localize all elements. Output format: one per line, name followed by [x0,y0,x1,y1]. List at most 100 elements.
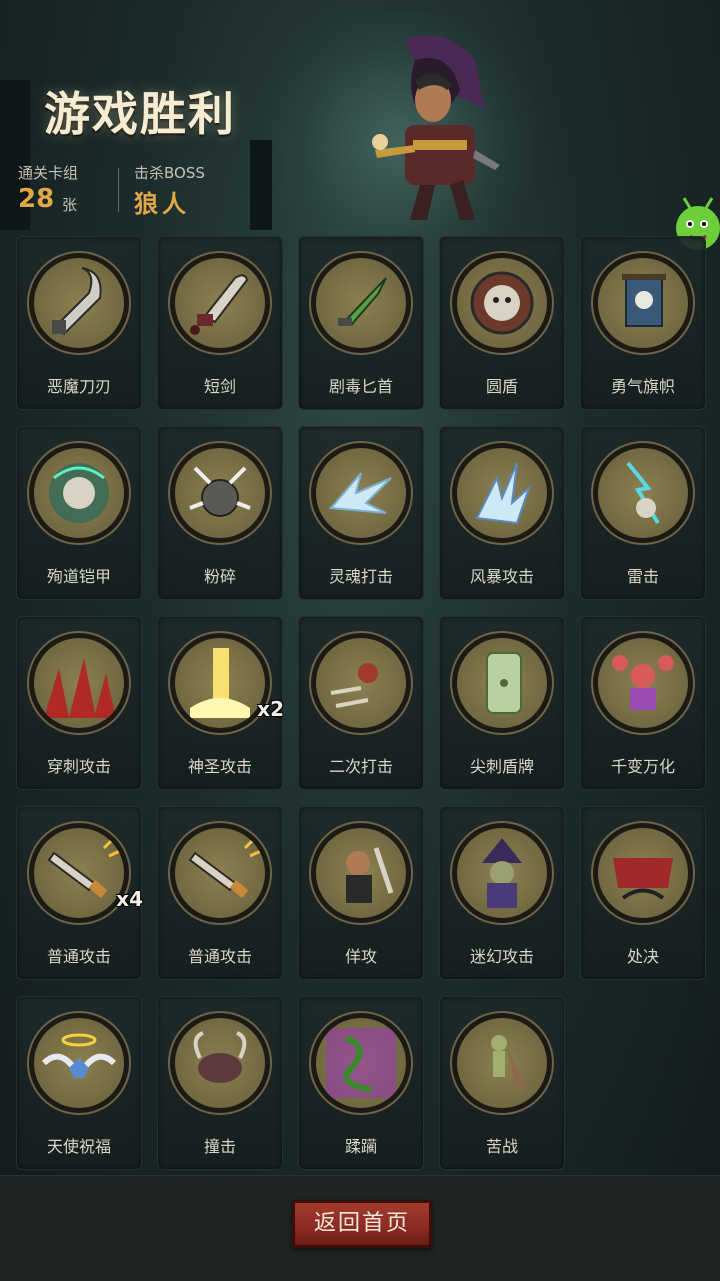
card-label: 迷幻攻击 [469,947,534,966]
card-count-badge: x2 [257,697,284,721]
card-medallion [450,251,554,355]
card-medallion [27,251,131,355]
short-sword-icon [175,258,265,348]
hard-fight-icon [457,1018,547,1108]
card-item[interactable]: 恶魔刀刃 [16,236,142,410]
card-item[interactable]: 殉道铠甲 [16,426,142,600]
card-item[interactable]: 粉碎 [157,426,283,600]
card-medallion [591,631,695,735]
card-medallion [27,631,131,735]
card-label: 剧毒匕首 [328,377,393,396]
deck-unit: 张 [62,196,78,214]
card-medallion [450,631,554,735]
card-item[interactable]: 千变万化 [580,616,706,790]
card-label: 尖刺盾牌 [469,757,534,776]
execute-icon [598,828,688,918]
card-label: 神圣攻击 [187,757,252,776]
card-label: 穿刺攻击 [46,757,111,776]
card-item[interactable]: 短剑 [157,236,283,410]
normal-attack-icon [175,828,265,918]
boss-name: 狼人 [134,190,190,218]
card-medallion [309,441,413,545]
card-medallion [591,441,695,545]
card-item[interactable]: x2 神圣攻击 [157,616,284,790]
card-label: 佯攻 [344,947,377,966]
card-item[interactable]: 佯攻 [298,806,424,980]
card-medallion [309,631,413,735]
card-medallion [27,1011,131,1115]
card-label: 圆盾 [485,377,518,396]
card-medallion [450,821,554,925]
card-item[interactable]: 迷幻攻击 [439,806,565,980]
thunder-strike-icon [598,448,688,538]
card-label: 普通攻击 [187,947,252,966]
card-item[interactable]: 勇气旗帜 [580,236,706,410]
smash-icon [175,448,265,538]
card-label: 千变万化 [610,757,675,776]
card-label: 普通攻击 [46,947,111,966]
card-label: 风暴攻击 [469,567,534,586]
courage-banner-icon [598,258,688,348]
double-strike-icon [316,638,406,728]
deck-count: 28 [18,184,55,214]
card-medallion [591,251,695,355]
illusion-attack-icon [457,828,547,918]
round-shield-icon [457,258,547,348]
card-item[interactable]: 二次打击 [298,616,424,790]
card-item[interactable]: 处决 [580,806,706,980]
card-item[interactable]: 尖刺盾牌 [439,616,565,790]
stat-divider [118,168,119,212]
ravage-icon [316,1018,406,1108]
angel-blessing-icon [34,1018,124,1108]
card-item[interactable]: 雷击 [580,426,706,600]
soul-strike-icon [316,448,406,538]
card-label: 粉碎 [203,567,236,586]
card-medallion [168,1011,272,1115]
card-medallion [168,441,272,545]
card-medallion [309,821,413,925]
card-item[interactable]: 圆盾 [439,236,565,410]
card-label: 二次打击 [328,757,393,776]
card-label: 处决 [626,947,659,966]
card-medallion [309,251,413,355]
card-medallion [309,1011,413,1115]
card-item[interactable]: x4 普通攻击 [16,806,143,980]
card-label: 天使祝福 [46,1137,111,1156]
card-label: 撞击 [203,1137,236,1156]
card-item[interactable]: 普通攻击 [157,806,283,980]
card-item[interactable]: 穿刺攻击 [16,616,142,790]
card-item[interactable]: 撞击 [157,996,283,1170]
card-item[interactable]: 天使祝福 [16,996,142,1170]
deck-label: 通关卡组 [18,164,79,182]
victory-header: 游戏胜利 通关卡组 28 张 击杀BOSS 狼人 [0,0,720,250]
hero-character-illustration [372,35,500,220]
ram-icon [175,1018,265,1108]
return-home-button[interactable]: 返回首页 [292,1200,432,1248]
card-label: 雷击 [626,567,659,586]
card-item[interactable]: 蹂躏 [298,996,424,1170]
card-item[interactable]: 灵魂打击 [298,426,424,600]
card-label: 勇气旗帜 [610,377,675,396]
pierce-attack-icon [34,638,124,728]
card-label: 苦战 [485,1137,518,1156]
card-medallion [591,821,695,925]
page-title: 游戏胜利 [44,87,236,141]
card-label: 殉道铠甲 [46,567,111,586]
card-count-badge: x4 [116,887,143,911]
shapeshift-icon [598,638,688,728]
card-item[interactable]: 剧毒匕首 [298,236,424,410]
card-item[interactable]: 风暴攻击 [439,426,565,600]
spiked-shield-icon [457,638,547,728]
poison-dagger-icon [316,258,406,348]
card-label: 灵魂打击 [328,567,393,586]
card-item[interactable]: 苦战 [439,996,565,1170]
card-label: 蹂躏 [344,1137,377,1156]
card-medallion [450,441,554,545]
card-medallion [27,441,131,545]
boss-label: 击杀BOSS [134,164,205,182]
storm-attack-icon [457,448,547,538]
card-medallion [450,1011,554,1115]
martyr-armor-icon [34,448,124,538]
demon-blade-icon [34,258,124,348]
card-medallion [168,821,272,925]
